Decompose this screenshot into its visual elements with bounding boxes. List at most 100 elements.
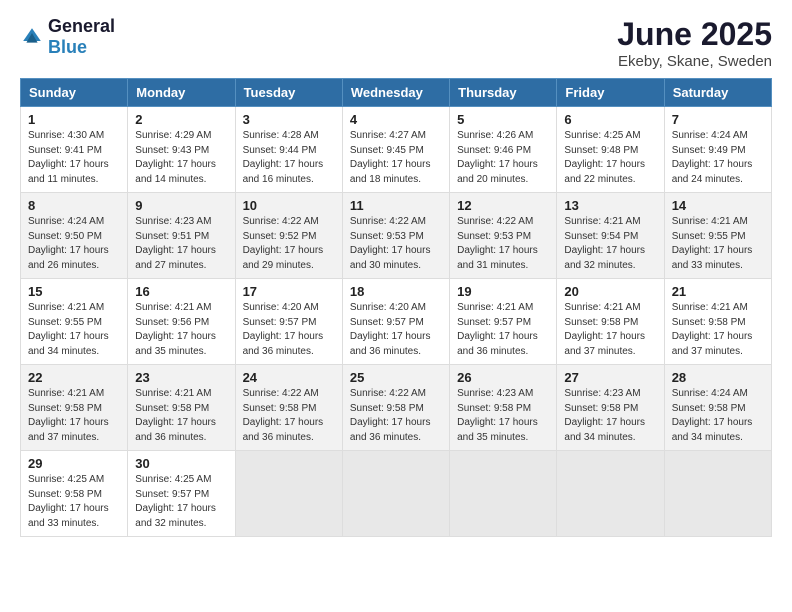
calendar-cell: 25Sunrise: 4:22 AM Sunset: 9:58 PM Dayli…: [342, 365, 449, 451]
day-number: 24: [243, 370, 335, 385]
day-info: Sunrise: 4:30 AM Sunset: 9:41 PM Dayligh…: [28, 129, 120, 187]
calendar-cell: 6 Sunrise: 4:25 AM Sunset: 9:48 PM Daylig…: [557, 107, 664, 193]
day-info: Sunrise: 4:26 AM Sunset: 9:46 PM Dayligh…: [457, 129, 549, 187]
day-number: 21: [672, 284, 764, 299]
day-number: 27: [564, 370, 656, 385]
calendar-cell: 3 Sunrise: 4:28 AM Sunset: 9:44 PM Daylig…: [235, 107, 342, 193]
calendar-cell: 12 Sunrise: 4:22 AM Sunset: 9:53 PM Dayli…: [450, 193, 557, 279]
calendar-cell: [235, 451, 342, 537]
calendar-cell: 28Sunrise: 4:24 AM Sunset: 9:58 PM Dayli…: [664, 365, 771, 451]
day-number: 2: [135, 112, 227, 127]
calendar-cell: 27 Sunrise: 4:23 AM Sunset: 9:58 PM Dayli…: [557, 365, 664, 451]
day-number: 1: [28, 112, 120, 127]
day-number: 14: [672, 198, 764, 213]
calendar-table: SundayMondayTuesdayWednesdayThursdayFrid…: [20, 78, 772, 537]
week-row-5: 29 Sunrise: 4:25 AM Sunset: 9:58 PM Dayli…: [21, 451, 772, 537]
calendar-cell: 16 Sunrise: 4:21 AM Sunset: 9:56 PM Dayli…: [128, 279, 235, 365]
day-info: Sunrise: 4:23 AM Sunset: 9:58 PM Dayligh…: [564, 387, 656, 445]
day-info: Sunrise: 4:22 AM Sunset: 9:58 PM Dayligh…: [350, 387, 442, 445]
week-row-4: 22 Sunrise: 4:21 AM Sunset: 9:58 PM Dayli…: [21, 365, 772, 451]
calendar-subtitle: Ekeby, Skane, Sweden: [617, 53, 772, 70]
day-info: Sunrise: 4:29 AM Sunset: 9:43 PM Dayligh…: [135, 129, 227, 187]
calendar-cell: 14 Sunrise: 4:21 AM Sunset: 9:55 PM Dayli…: [664, 193, 771, 279]
calendar-cell: 4Sunrise: 4:27 AM Sunset: 9:45 PM Daylig…: [342, 107, 449, 193]
weekday-header-tuesday: Tuesday: [235, 79, 342, 107]
day-number: 23: [135, 370, 227, 385]
day-info: Sunrise: 4:23 AM Sunset: 9:51 PM Dayligh…: [135, 215, 227, 273]
day-info: Sunrise: 4:22 AM Sunset: 9:58 PM Dayligh…: [243, 387, 335, 445]
day-number: 28: [672, 370, 764, 385]
header: General Blue June 2025 Ekeby, Skane, Swe…: [20, 16, 772, 70]
day-number: 3: [243, 112, 335, 127]
day-info: Sunrise: 4:21 AM Sunset: 9:55 PM Dayligh…: [672, 215, 764, 273]
day-number: 30: [135, 456, 227, 471]
day-info: Sunrise: 4:21 AM Sunset: 9:58 PM Dayligh…: [135, 387, 227, 445]
calendar-page: General Blue June 2025 Ekeby, Skane, Swe…: [0, 0, 792, 612]
day-number: 15: [28, 284, 120, 299]
logo: General Blue: [20, 16, 115, 58]
day-number: 4: [350, 112, 442, 127]
calendar-cell: 29 Sunrise: 4:25 AM Sunset: 9:58 PM Dayli…: [21, 451, 128, 537]
day-info: Sunrise: 4:22 AM Sunset: 9:52 PM Dayligh…: [243, 215, 335, 273]
day-number: 10: [243, 198, 335, 213]
day-info: Sunrise: 4:21 AM Sunset: 9:56 PM Dayligh…: [135, 301, 227, 359]
day-number: 5: [457, 112, 549, 127]
weekday-header-monday: Monday: [128, 79, 235, 107]
day-number: 16: [135, 284, 227, 299]
calendar-cell: [664, 451, 771, 537]
logo-general-text: General: [48, 16, 115, 36]
calendar-cell: 17 Sunrise: 4:20 AM Sunset: 9:57 PM Dayli…: [235, 279, 342, 365]
day-info: Sunrise: 4:20 AM Sunset: 9:57 PM Dayligh…: [243, 301, 335, 359]
day-number: 17: [243, 284, 335, 299]
weekday-header-sunday: Sunday: [21, 79, 128, 107]
calendar-cell: 22 Sunrise: 4:21 AM Sunset: 9:58 PM Dayli…: [21, 365, 128, 451]
calendar-cell: 18 Sunrise: 4:20 AM Sunset: 9:57 PM Dayli…: [342, 279, 449, 365]
day-number: 11: [350, 198, 442, 213]
day-number: 20: [564, 284, 656, 299]
calendar-cell: 23 Sunrise: 4:21 AM Sunset: 9:58 PM Dayli…: [128, 365, 235, 451]
calendar-cell: 9 Sunrise: 4:23 AM Sunset: 9:51 PM Daylig…: [128, 193, 235, 279]
day-number: 7: [672, 112, 764, 127]
day-number: 9: [135, 198, 227, 213]
day-number: 18: [350, 284, 442, 299]
calendar-cell: 10 Sunrise: 4:22 AM Sunset: 9:52 PM Dayli…: [235, 193, 342, 279]
calendar-cell: 5 Sunrise: 4:26 AM Sunset: 9:46 PM Daylig…: [450, 107, 557, 193]
day-number: 6: [564, 112, 656, 127]
day-info: Sunrise: 4:25 AM Sunset: 9:48 PM Dayligh…: [564, 129, 656, 187]
calendar-title: June 2025: [617, 16, 772, 53]
day-info: Sunrise: 4:20 AM Sunset: 9:57 PM Dayligh…: [350, 301, 442, 359]
logo-blue-text: Blue: [48, 37, 87, 57]
day-number: 8: [28, 198, 120, 213]
day-info: Sunrise: 4:21 AM Sunset: 9:58 PM Dayligh…: [672, 301, 764, 359]
day-info: Sunrise: 4:23 AM Sunset: 9:58 PM Dayligh…: [457, 387, 549, 445]
day-number: 12: [457, 198, 549, 213]
calendar-cell: 26Sunrise: 4:23 AM Sunset: 9:58 PM Dayli…: [450, 365, 557, 451]
title-block: June 2025 Ekeby, Skane, Sweden: [617, 16, 772, 70]
day-number: 29: [28, 456, 120, 471]
day-info: Sunrise: 4:21 AM Sunset: 9:58 PM Dayligh…: [564, 301, 656, 359]
week-row-3: 15Sunrise: 4:21 AM Sunset: 9:55 PM Dayli…: [21, 279, 772, 365]
calendar-cell: 19Sunrise: 4:21 AM Sunset: 9:57 PM Dayli…: [450, 279, 557, 365]
day-info: Sunrise: 4:28 AM Sunset: 9:44 PM Dayligh…: [243, 129, 335, 187]
calendar-cell: 8Sunrise: 4:24 AM Sunset: 9:50 PM Daylig…: [21, 193, 128, 279]
day-info: Sunrise: 4:22 AM Sunset: 9:53 PM Dayligh…: [457, 215, 549, 273]
day-info: Sunrise: 4:25 AM Sunset: 9:58 PM Dayligh…: [28, 473, 120, 531]
calendar-cell: 7 Sunrise: 4:24 AM Sunset: 9:49 PM Daylig…: [664, 107, 771, 193]
day-info: Sunrise: 4:25 AM Sunset: 9:57 PM Dayligh…: [135, 473, 227, 531]
day-number: 22: [28, 370, 120, 385]
weekday-header-wednesday: Wednesday: [342, 79, 449, 107]
calendar-cell: 15Sunrise: 4:21 AM Sunset: 9:55 PM Dayli…: [21, 279, 128, 365]
weekday-header-row: SundayMondayTuesdayWednesdayThursdayFrid…: [21, 79, 772, 107]
weekday-header-friday: Friday: [557, 79, 664, 107]
day-info: Sunrise: 4:24 AM Sunset: 9:49 PM Dayligh…: [672, 129, 764, 187]
calendar-cell: 1 Sunrise: 4:30 AM Sunset: 9:41 PM Daylig…: [21, 107, 128, 193]
day-number: 19: [457, 284, 549, 299]
day-info: Sunrise: 4:21 AM Sunset: 9:54 PM Dayligh…: [564, 215, 656, 273]
weekday-header-thursday: Thursday: [450, 79, 557, 107]
weekday-header-saturday: Saturday: [664, 79, 771, 107]
calendar-cell: [342, 451, 449, 537]
calendar-cell: 21 Sunrise: 4:21 AM Sunset: 9:58 PM Dayli…: [664, 279, 771, 365]
calendar-cell: 13Sunrise: 4:21 AM Sunset: 9:54 PM Dayli…: [557, 193, 664, 279]
day-info: Sunrise: 4:21 AM Sunset: 9:58 PM Dayligh…: [28, 387, 120, 445]
logo-icon: [20, 25, 44, 49]
